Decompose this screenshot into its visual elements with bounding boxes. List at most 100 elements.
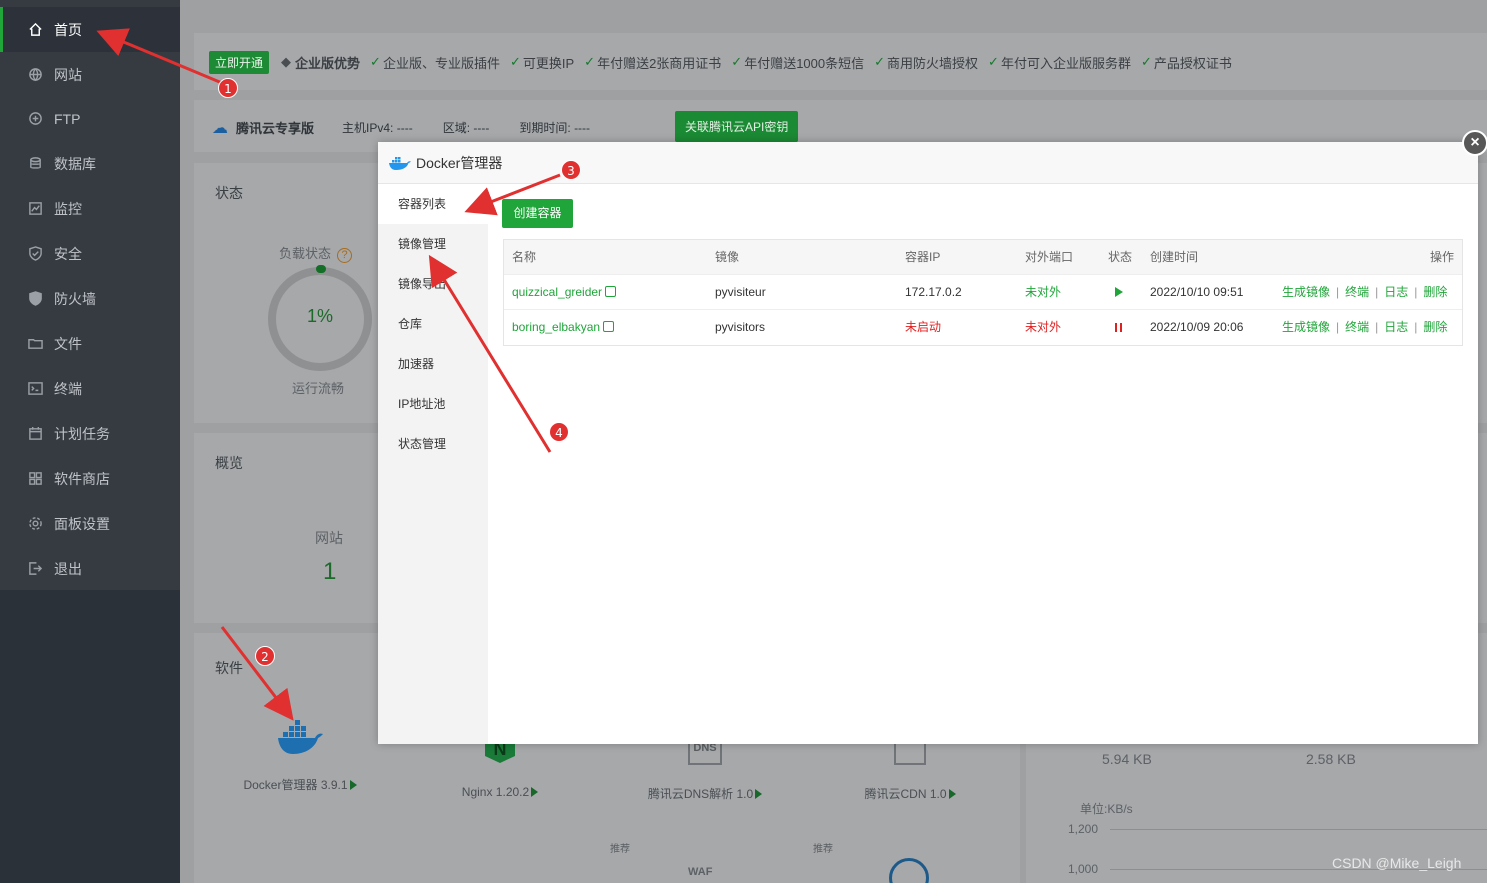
container-name[interactable]: boring_elbakyan <box>512 310 615 345</box>
sidebar-item-security[interactable]: 安全 <box>0 231 180 276</box>
row-actions: 生成镜像 | 终端 | 日志 | 删除 <box>1282 285 1448 299</box>
container-created: 2022/10/09 20:06 <box>1150 320 1244 334</box>
software-label: 腾讯云DNS解析 1.0 <box>647 787 754 801</box>
container-name[interactable]: quizzical_greider <box>512 275 617 310</box>
column-header: 创建时间 <box>1150 250 1199 264</box>
shield-icon <box>27 246 43 262</box>
sidebar-item-label: 安全 <box>54 245 82 262</box>
check-icon: ✓ <box>584 54 596 69</box>
container-image: pyvisiteur <box>715 285 766 299</box>
recommend-tag: 推荐 <box>610 844 630 855</box>
sidebar-item-firewall[interactable]: 防火墙 <box>0 276 180 321</box>
software-docker[interactable]: Docker管理器 3.9.1 <box>230 720 370 793</box>
promo-feature: 产品授权证书 <box>1153 55 1232 71</box>
delete-link[interactable]: 删除 <box>1423 285 1447 299</box>
annotation-badge: 4 <box>549 422 569 442</box>
delete-link[interactable]: 删除 <box>1423 320 1447 334</box>
load-text: 运行流畅 <box>292 381 345 396</box>
software-nginx[interactable]: N Nginx 1.20.2 <box>430 735 570 799</box>
terminal-link[interactable]: 终端 <box>1345 320 1369 334</box>
sidebar-item-files[interactable]: 文件 <box>0 321 180 366</box>
build-image-link[interactable]: 生成镜像 <box>1282 320 1330 334</box>
play-icon <box>1115 287 1123 297</box>
sidebar-item-label: 终端 <box>54 380 82 397</box>
folder-icon <box>27 336 43 352</box>
check-icon: ✓ <box>509 54 521 69</box>
log-link[interactable]: 日志 <box>1384 320 1408 334</box>
terminal-link[interactable]: 终端 <box>1345 285 1369 299</box>
ipv4-info: 主机IPv4: ---- <box>342 121 413 135</box>
annotation-badge: 2 <box>255 646 275 666</box>
annotation-badge: 1 <box>218 78 238 98</box>
dialog-body: 创建容器 名称 镜像 容器IP 对外端口 状态 创建时间 操作 quizzica… <box>488 184 1478 744</box>
sidebar-item-home[interactable]: 首页 <box>0 7 180 52</box>
sidebar-item-label: 监控 <box>54 200 82 217</box>
sidebar-item-website[interactable]: 网站 <box>0 52 180 97</box>
gauge-indicator <box>316 265 326 273</box>
sidebar: 首页 网站 FTP 数据库 监控 安全 防火墙 文件 终端 计划任务 软件商店 … <box>0 0 180 883</box>
tencent-title: 腾讯云专享版 <box>236 121 315 136</box>
column-header: 状态 <box>1108 250 1133 264</box>
sidebar-item-database[interactable]: 数据库 <box>0 141 180 186</box>
edit-icon[interactable] <box>605 286 617 297</box>
tab-repository[interactable]: 仓库 <box>378 304 488 344</box>
tab-container-list[interactable]: 容器列表 <box>378 184 488 224</box>
status-running[interactable] <box>1115 275 1123 310</box>
container-image: pyvisitors <box>715 320 766 334</box>
tab-image-management[interactable]: 镜像管理 <box>378 224 488 264</box>
sidebar-item-cron[interactable]: 计划任务 <box>0 411 180 456</box>
sidebar-item-label: 文件 <box>54 335 82 352</box>
build-image-link[interactable]: 生成镜像 <box>1282 285 1330 299</box>
promo-feature: 年付赠送2张商用证书 <box>597 55 722 71</box>
link-api-key-button[interactable]: 关联腾讯云API密钥 <box>675 111 799 142</box>
sidebar-item-label: 软件商店 <box>54 470 110 487</box>
sidebar-item-settings[interactable]: 面板设置 <box>0 501 180 546</box>
recommend-tag: 推荐 <box>813 844 833 855</box>
sidebar-item-terminal[interactable]: 终端 <box>0 366 180 411</box>
annotation-badge: 3 <box>561 160 581 180</box>
table-header: 名称 镜像 容器IP 对外端口 状态 创建时间 操作 <box>504 240 1462 275</box>
sidebar-item-ftp[interactable]: FTP <box>0 96 180 141</box>
load-label: 负载状态? <box>279 243 353 263</box>
column-header: 操作 <box>1430 250 1455 264</box>
log-link[interactable]: 日志 <box>1384 285 1408 299</box>
tab-ip-pool[interactable]: IP地址池 <box>378 384 488 424</box>
column-header: 容器IP <box>905 250 941 264</box>
globe-icon <box>27 67 43 83</box>
tab-status-management[interactable]: 状态管理 <box>378 424 488 464</box>
sidebar-item-label: 数据库 <box>54 155 96 172</box>
enterprise-label[interactable]: 企业版优势 <box>295 53 360 72</box>
pause-icon <box>1115 323 1122 332</box>
software-cdn[interactable]: 腾讯云CDN 1.0 <box>840 735 980 802</box>
edit-icon[interactable] <box>603 321 615 332</box>
open-now-button[interactable]: 立即开通 <box>209 50 270 74</box>
check-icon: ✓ <box>1140 54 1152 69</box>
site-label: 网站 <box>315 530 343 546</box>
sidebar-nav: 首页 网站 FTP 数据库 监控 安全 防火墙 文件 终端 计划任务 软件商店 … <box>0 0 180 590</box>
create-container-button[interactable]: 创建容器 <box>502 199 573 228</box>
column-header: 镜像 <box>715 250 740 264</box>
status-stopped[interactable] <box>1115 310 1122 345</box>
help-icon[interactable]: ? <box>337 248 353 263</box>
tab-accelerator[interactable]: 加速器 <box>378 344 488 384</box>
home-icon <box>27 22 43 38</box>
container-port: 未对外 <box>1025 285 1062 299</box>
site-count[interactable]: 1 <box>323 558 336 586</box>
play-icon <box>948 789 956 799</box>
overview-title: 概览 <box>215 455 243 471</box>
software-dns[interactable]: DNS 腾讯云DNS解析 1.0 <box>635 735 775 802</box>
promo-feature: 年付赠送1000条短信 <box>744 55 865 71</box>
check-icon: ✓ <box>731 54 743 69</box>
column-header: 对外端口 <box>1025 250 1074 264</box>
check-icon: ✓ <box>370 54 381 69</box>
sidebar-item-monitor[interactable]: 监控 <box>0 186 180 231</box>
close-icon[interactable]: × <box>1462 130 1487 156</box>
firewall-icon <box>27 291 43 307</box>
sidebar-item-logout[interactable]: 退出 <box>0 546 180 591</box>
sidebar-item-store[interactable]: 软件商店 <box>0 456 180 501</box>
column-header: 名称 <box>512 250 537 264</box>
play-icon <box>531 787 539 797</box>
tab-image-export[interactable]: 镜像导出 <box>378 264 488 304</box>
dialog-title: Docker管理器 <box>416 154 503 171</box>
sidebar-item-label: FTP <box>54 110 81 127</box>
